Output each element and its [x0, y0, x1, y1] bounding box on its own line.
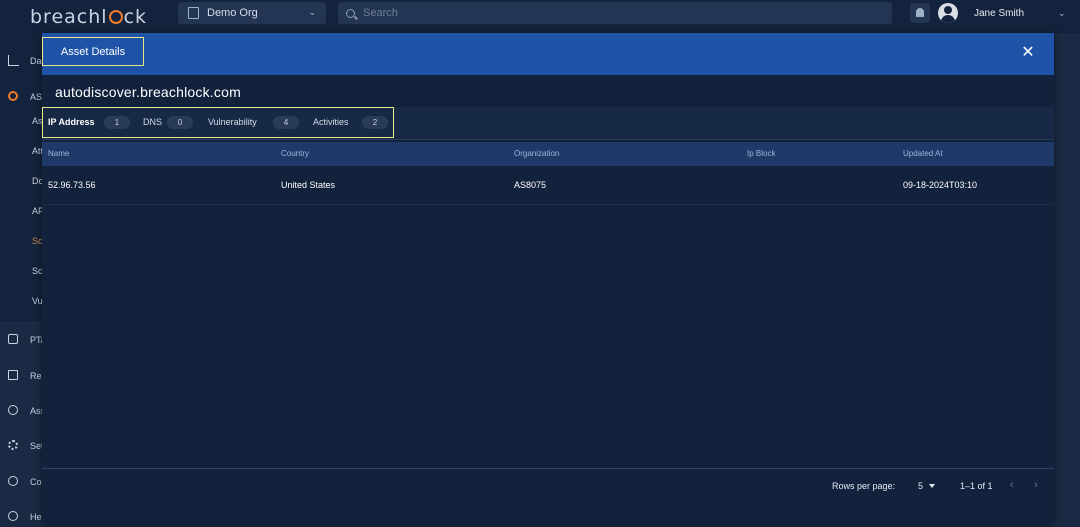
tab-activities[interactable]: Activities 2: [313, 116, 393, 130]
modal-header: Asset Details ✕: [42, 33, 1054, 75]
rows-per-page-select[interactable]: 5: [918, 481, 936, 491]
search-placeholder: Search: [363, 7, 398, 19]
table-row[interactable]: 52.96.73.56 United States AS8075 09-18-2…: [42, 166, 1054, 205]
search-icon: [346, 8, 355, 18]
sidebar-item-label: Settings: [30, 441, 42, 451]
sidebar-item-label: Reports: [30, 371, 42, 381]
sidebar-item-scheduled[interactable]: Scheduled: [0, 261, 42, 281]
caret-down-icon: [929, 484, 936, 488]
cell-organization: AS8075: [514, 180, 547, 190]
sidebar-item-label: Assets: [32, 116, 42, 126]
asset-name: autodiscover.breachlock.com: [55, 84, 241, 100]
gear-icon: [8, 440, 18, 450]
tab-label: DNS: [143, 117, 163, 127]
asset-details-modal: Asset Details ✕ autodiscover.breachlock.…: [42, 33, 1054, 524]
chat-icon: [8, 476, 18, 486]
user-menu-chevron-icon[interactable]: ⌄: [1058, 8, 1066, 19]
tab-count-badge: 1: [104, 116, 130, 129]
tab-count-badge: 0: [167, 116, 193, 129]
notifications-button[interactable]: [910, 3, 930, 23]
sidebar-lower-section: PTaaS Reports Assets Settings Contact He…: [0, 321, 42, 524]
sidebar-item-scans[interactable]: Scans: [0, 231, 42, 251]
help-icon: [8, 511, 18, 521]
column-header-name[interactable]: Name: [48, 149, 69, 158]
tab-vulnerability[interactable]: Vulnerability 4: [208, 116, 303, 130]
sidebar-item-label: Contact: [30, 477, 42, 487]
sidebar-item-contact[interactable]: Contact: [0, 472, 42, 492]
tabs-bar: IP Address 1 DNS 0 Vulnerability 4 Activ…: [42, 107, 1054, 140]
page-info: 1–1 of 1: [960, 481, 993, 491]
chevron-down-icon: ⌄: [308, 7, 316, 17]
avatar[interactable]: [938, 3, 958, 23]
sidebar-item-help[interactable]: Help: [0, 507, 42, 527]
sidebar-item-label: Domains: [32, 176, 42, 186]
sidebar-item-label: Help: [30, 512, 42, 522]
sidebar-item-label: Assets: [30, 406, 42, 416]
tab-count-badge: 4: [273, 116, 299, 129]
tabs-highlight-box: IP Address 1 DNS 0 Vulnerability 4 Activ…: [42, 107, 394, 138]
rows-per-page-value: 5: [918, 481, 924, 491]
column-header-country[interactable]: Country: [281, 149, 309, 158]
sidebar-item-label: Scans: [32, 236, 42, 246]
sidebar-item-label: Attack Surface: [32, 146, 42, 156]
sidebar-item-dashboard[interactable]: Dashboard: [0, 51, 42, 71]
sidebar-item-label: API: [32, 206, 42, 216]
cell-country: United States: [281, 180, 336, 190]
username[interactable]: Jane Smith: [974, 8, 1024, 19]
sidebar-item-assets-sub[interactable]: Assets: [0, 111, 42, 131]
tab-ip-address[interactable]: IP Address 1: [48, 116, 133, 130]
logo-o-icon: [108, 10, 123, 24]
tab-label: Activities: [313, 117, 349, 127]
rows-per-page-label: Rows per page:: [832, 481, 896, 491]
sidebar-item-label: ASM: [30, 92, 42, 102]
sidebar-item-label: Dashboard: [30, 56, 42, 66]
sidebar-item-vulnerabilities[interactable]: Vulnerabilities: [0, 291, 42, 311]
document-icon: [8, 370, 18, 380]
logo-text-b: ck: [123, 6, 148, 28]
org-select-value: Demo Org: [207, 7, 258, 19]
sidebar-item-label: Vulnerabilities: [32, 296, 42, 306]
search-input[interactable]: Search: [338, 2, 892, 24]
footer-divider: [42, 468, 1054, 469]
tab-label: Vulnerability: [208, 117, 257, 127]
sidebar-item-settings[interactable]: Settings: [0, 436, 42, 456]
sidebar-item-api[interactable]: API: [0, 201, 42, 221]
column-header-organization[interactable]: Organization: [514, 149, 559, 158]
sidebar: Dashboard ASM Assets Attack Surface Doma…: [0, 33, 42, 524]
target-icon: [8, 91, 18, 101]
close-button[interactable]: ✕: [1020, 45, 1036, 61]
sidebar-item-domains[interactable]: Domains: [0, 171, 42, 191]
column-header-ip-block[interactable]: Ip Block: [747, 149, 775, 158]
tab-count-badge: 2: [362, 116, 388, 129]
tab-dns[interactable]: DNS 0: [143, 116, 198, 130]
sidebar-item-label: PTaaS: [30, 335, 42, 345]
sidebar-item-ptaas[interactable]: PTaaS: [0, 330, 42, 350]
breachlock-logo[interactable]: breachl ck: [30, 6, 147, 28]
sidebar-item-reports[interactable]: Reports: [0, 366, 42, 386]
org-select[interactable]: Demo Org ⌄: [178, 2, 326, 24]
previous-page-button[interactable]: ‹: [1010, 479, 1014, 491]
chart-icon: [8, 55, 19, 66]
background-content-edge: [1054, 33, 1080, 524]
sidebar-item-attack-surface[interactable]: Attack Surface: [0, 141, 42, 161]
logo-text-a: breachl: [30, 6, 108, 28]
tab-label: IP Address: [48, 117, 95, 127]
cell-updated-at: 09-18-2024T03:10: [903, 180, 978, 190]
sidebar-item-asm[interactable]: ASM: [0, 87, 42, 107]
bell-icon: [916, 8, 924, 17]
cell-name: 52.96.73.56: [48, 180, 96, 190]
table-header: Name Country Organization Ip Block Updat…: [42, 142, 1054, 166]
sidebar-item-label: Scheduled: [32, 266, 42, 276]
globe-icon: [8, 405, 18, 415]
column-header-updated-at[interactable]: Updated At: [903, 149, 943, 158]
building-icon: [188, 7, 199, 19]
next-page-button[interactable]: ›: [1034, 479, 1038, 491]
users-icon: [8, 334, 18, 344]
modal-title: Asset Details: [42, 37, 144, 66]
sidebar-item-assets[interactable]: Assets: [0, 401, 42, 421]
top-bar: breachl ck Demo Org ⌄ Search Jane Smith ⌄: [0, 0, 1080, 33]
